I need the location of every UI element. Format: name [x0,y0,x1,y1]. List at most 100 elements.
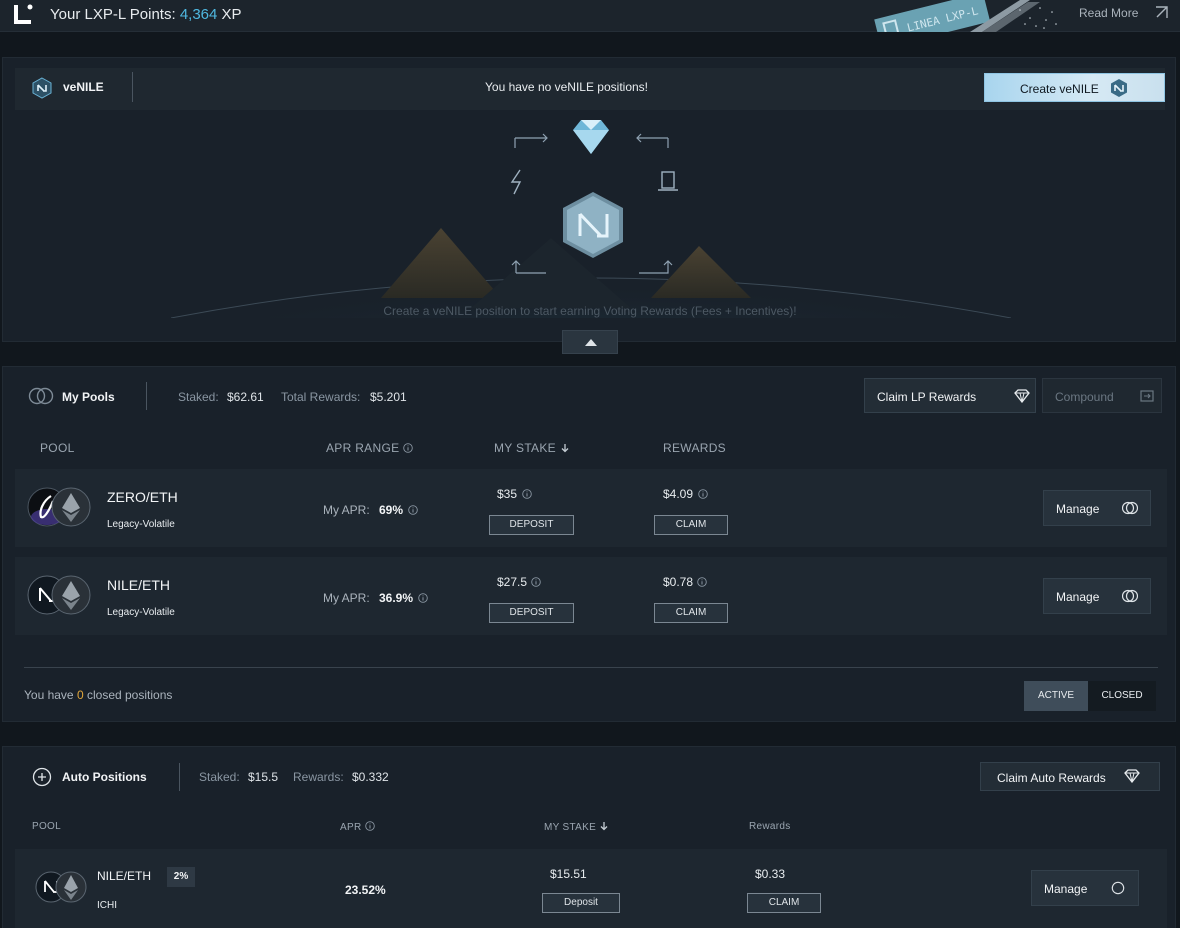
points-value: 4,364 [179,6,218,23]
stake-value: $27.5 [497,575,528,589]
stake-value: $35 [497,487,518,501]
closed-suffix: closed positions [86,688,173,702]
manage-label: Manage [1056,502,1100,516]
nile-eth-token-pair-icon [27,575,91,615]
info-icon[interactable] [403,443,413,453]
create-venile-label: Create veNILE [1020,82,1099,96]
zero-eth-token-pair-icon [27,487,91,527]
divider [132,72,133,102]
column-header-my-stake[interactable]: MY STAKE [494,441,570,455]
info-icon[interactable] [408,505,418,515]
column-header-apr-range[interactable]: APR RANGE [326,441,413,455]
pool-type: Legacy-Volatile [107,519,175,530]
position-status-toggle: ACTIVE CLOSED [1024,681,1156,711]
collapse-button[interactable] [562,330,618,354]
rewards-value: $4.09 [663,487,694,501]
manage-button[interactable]: Manage [1031,870,1139,906]
manage-button[interactable]: Manage [1043,578,1151,614]
claim-button[interactable]: CLAIM [654,603,728,623]
info-icon[interactable] [522,489,532,499]
pool-row: NILE/ETH Legacy-Volatile My APR: 36.9% $… [15,557,1167,635]
apr-label: My APR: [323,591,370,605]
compound-label: Compound [1055,390,1114,404]
staked-label: Staked: [178,390,219,404]
my-stake-label: MY STAKE [494,441,556,455]
diamond-icon [1124,769,1140,783]
claim-lp-rewards-button[interactable]: Claim LP Rewards [864,378,1036,413]
column-header-my-stake[interactable]: MY STAKE [544,821,609,833]
column-header-pool: POOL [32,821,61,832]
staked-value: $62.61 [227,390,264,404]
venile-illustration [171,120,1011,318]
pools-icon [1122,501,1138,515]
chevron-up-icon [585,339,597,346]
claim-auto-rewards-button[interactable]: Claim Auto Rewards [980,762,1160,791]
add-circle-icon [32,767,52,787]
closed-prefix: You have [24,688,74,702]
total-rewards-label: Total Rewards: [281,390,361,404]
claim-lp-rewards-label: Claim LP Rewards [877,390,977,404]
create-venile-button[interactable]: Create veNILE [984,73,1165,102]
nile-token-icon [1111,79,1127,97]
venile-panel: veNILE You have no veNILE positions! Cre… [2,57,1176,354]
column-header-rewards: REWARDS [663,441,726,455]
claim-button[interactable]: CLAIM [747,893,821,913]
info-icon[interactable] [697,577,707,587]
info-icon[interactable] [418,593,428,603]
lxp-banner-image[interactable]: LINEA LXP-L [870,0,1060,32]
circle-icon [1111,881,1125,895]
my-pools-title: My Pools [62,390,115,404]
venile-empty-message: You have no veNILE positions! [485,80,649,94]
staked-value: $15.5 [248,770,279,784]
compound-icon [1140,390,1154,402]
total-rewards-value: $5.201 [370,390,407,404]
read-more-link[interactable]: Read More [1079,6,1138,20]
closed-positions-text: You have 0 closed positions [24,688,172,702]
pool-row: ZERO/ETH Legacy-Volatile My APR: 69% $35… [15,469,1167,547]
rewards-label: Rewards: [293,770,344,784]
info-icon[interactable] [698,489,708,499]
compound-button[interactable]: Compound [1042,378,1162,413]
rewards-value: $0.78 [663,575,694,589]
divider [179,763,180,791]
linea-logo[interactable] [12,3,34,25]
auto-position-row: NILE/ETH 2% ICHI 23.52% $15.51 Deposit $… [15,849,1167,928]
column-header-rewards: Rewards [749,821,791,832]
deposit-button[interactable]: DEPOSIT [489,515,574,535]
rewards-value: $0.332 [352,770,389,784]
apr-label: My APR: [323,503,370,517]
venile-hint: Create a veNILE position to start earnin… [383,304,797,318]
closed-count: 0 [76,688,84,702]
manage-button[interactable]: Manage [1043,490,1151,526]
claim-button[interactable]: CLAIM [654,515,728,535]
staked-label: Staked: [199,770,240,784]
diamond-icon [1014,389,1030,403]
points-label: Your LXP-L Points: [50,6,176,23]
apr-value: 23.52% [345,883,386,897]
fee-tier-badge: 2% [167,867,195,887]
strategy-type: ICHI [97,900,117,911]
apr-value: 69% [379,503,404,517]
apr-range-label: APR RANGE [326,441,400,455]
external-link-icon[interactable] [1155,6,1168,19]
pool-name: NILE/ETH [97,869,152,883]
manage-label: Manage [1056,590,1100,604]
tab-closed[interactable]: CLOSED [1088,681,1156,711]
tab-active[interactable]: ACTIVE [1024,681,1088,711]
info-icon[interactable] [531,577,541,587]
my-stake-label: MY STAKE [544,822,597,833]
venile-title: veNILE [63,80,104,94]
auto-positions-panel: Auto Positions Staked: $15.5 Rewards: $0… [2,746,1176,928]
pool-name: NILE/ETH [107,577,171,593]
column-header-pool: POOL [40,441,75,455]
sort-arrow-down-icon[interactable] [599,821,609,831]
auto-positions-title: Auto Positions [62,770,147,784]
points-unit: XP [221,6,242,23]
column-header-apr[interactable]: APR [340,821,375,833]
points-display: Your LXP-L Points: 4,364 XP [50,6,242,23]
claim-auto-rewards-label: Claim Auto Rewards [997,771,1106,785]
sort-arrow-down-icon[interactable] [560,443,570,453]
deposit-button[interactable]: Deposit [542,893,620,913]
info-icon[interactable] [364,821,375,831]
deposit-button[interactable]: DEPOSIT [489,603,574,623]
